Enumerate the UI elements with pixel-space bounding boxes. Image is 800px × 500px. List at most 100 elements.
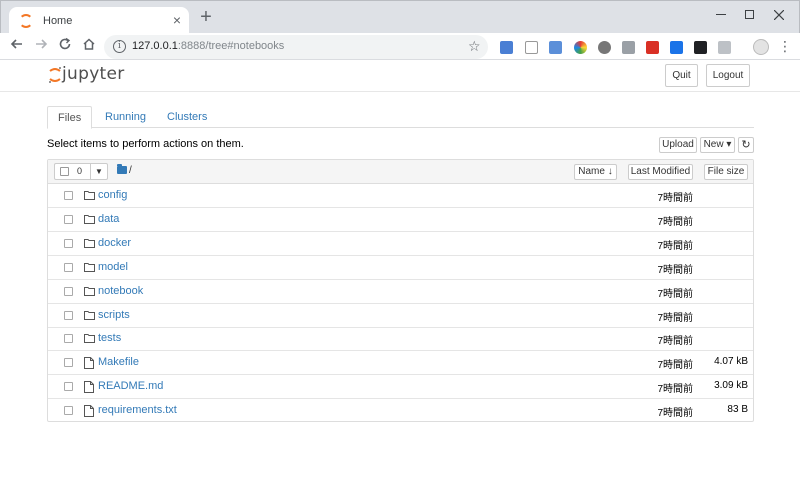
tab-title: Home xyxy=(43,15,73,27)
select-all-dropdown[interactable]: 0 ▼ xyxy=(54,163,108,180)
incognito-extension-icon[interactable] xyxy=(694,41,707,54)
item-name-link[interactable]: scripts xyxy=(98,309,130,321)
item-name-link[interactable]: requirements.txt xyxy=(98,404,177,416)
item-name-link[interactable]: Makefile xyxy=(98,356,139,368)
translate-extension-icon[interactable] xyxy=(500,41,513,54)
tab-extension-icon[interactable] xyxy=(670,41,683,54)
browser-tab-home[interactable]: Home × xyxy=(9,7,189,35)
item-name-link[interactable]: model xyxy=(98,261,128,273)
reload-icon[interactable] xyxy=(56,37,74,55)
item-modified: 7時間前 xyxy=(657,193,693,204)
new-tab-icon[interactable]: + xyxy=(197,7,215,27)
profile-avatar-icon[interactable] xyxy=(753,39,769,55)
select-items-message: Select items to perform actions on them. xyxy=(47,138,244,150)
folder-icon xyxy=(84,262,95,273)
row-checkbox[interactable] xyxy=(64,334,73,344)
browser-chrome: Home × + i 127.0.0.1:8888/tree#notebooks… xyxy=(0,0,800,60)
dashboard-tabs: Files Running Clusters xyxy=(47,106,754,129)
close-window-button[interactable] xyxy=(765,5,793,23)
item-modified: 7時間前 xyxy=(657,408,693,420)
menu-icon[interactable]: ⋮ xyxy=(778,37,792,55)
back-icon[interactable] xyxy=(8,37,26,55)
browser-toolbar: i 127.0.0.1:8888/tree#notebooks ☆ ⋮ xyxy=(0,33,800,60)
item-name-link[interactable]: README.md xyxy=(98,380,163,392)
tab-files[interactable]: Files xyxy=(47,106,93,129)
item-modified: 7時間前 xyxy=(657,336,693,348)
row-checkbox[interactable] xyxy=(64,191,73,200)
list-item[interactable]: config 7時間前 xyxy=(48,184,753,208)
upload-button[interactable]: Upload xyxy=(659,137,697,153)
row-checkbox[interactable] xyxy=(64,262,73,272)
sort-name-label: Name xyxy=(578,166,605,177)
row-checkbox[interactable] xyxy=(64,406,73,416)
screenshot-extension-icon[interactable] xyxy=(549,41,562,54)
home-icon[interactable] xyxy=(80,37,98,55)
item-modified: 7時間前 xyxy=(657,264,693,276)
item-modified: 7時間前 xyxy=(657,384,693,396)
site-info-icon[interactable]: i xyxy=(113,40,126,53)
chevron-down-icon: ▾ xyxy=(726,139,732,150)
file-list: 0 ▼ / Name ↓ Last Modified File size con… xyxy=(47,159,754,422)
file-icon xyxy=(84,405,95,418)
amazon-extension-icon[interactable] xyxy=(525,41,538,54)
address-bar[interactable]: i 127.0.0.1:8888/tree#notebooks ☆ xyxy=(104,35,488,59)
star-icon[interactable]: ☆ xyxy=(468,38,481,55)
logo-text: jupyter xyxy=(62,64,125,84)
color-picker-extension-icon[interactable] xyxy=(574,41,587,54)
row-checkbox[interactable] xyxy=(64,286,73,296)
maximize-window-button[interactable] xyxy=(735,5,763,23)
chevron-down-icon[interactable]: ▼ xyxy=(95,164,103,179)
list-item[interactable]: notebook 7時間前 xyxy=(48,280,753,304)
web-extension-icon[interactable] xyxy=(598,41,611,54)
drive-extension-icon[interactable] xyxy=(622,41,635,54)
jupyter-favicon-icon xyxy=(19,14,33,28)
folder-icon[interactable] xyxy=(117,164,127,174)
refresh-icon[interactable]: ↻ xyxy=(738,137,754,153)
row-checkbox[interactable] xyxy=(64,238,73,248)
list-item[interactable]: scripts 7時間前 xyxy=(48,304,753,328)
file-icon xyxy=(84,381,95,394)
jupyter-logo-icon xyxy=(49,67,61,83)
list-item[interactable]: requirements.txt 7時間前 83 B xyxy=(48,399,753,423)
list-item[interactable]: README.md 7時間前 3.09 kB xyxy=(48,375,753,400)
item-modified: 7時間前 xyxy=(657,312,693,324)
sort-by-size-button[interactable]: File size xyxy=(704,164,748,180)
close-tab-icon[interactable]: × xyxy=(169,12,185,28)
puzzle-extension-icon[interactable] xyxy=(718,41,731,54)
new-dropdown-button[interactable]: New ▾ xyxy=(700,137,735,153)
row-checkbox[interactable] xyxy=(64,382,73,392)
row-checkbox[interactable] xyxy=(64,310,73,320)
item-name-link[interactable]: docker xyxy=(98,237,131,249)
logout-button[interactable]: Logout xyxy=(706,64,750,87)
quit-button[interactable]: Quit xyxy=(665,64,698,87)
item-modified: 7時間前 xyxy=(657,216,693,228)
list-item[interactable]: tests 7時間前 xyxy=(48,327,753,352)
row-checkbox[interactable] xyxy=(64,214,73,224)
item-name-link[interactable]: config xyxy=(98,189,127,201)
item-name-link[interactable]: tests xyxy=(98,332,121,344)
sort-by-modified-button[interactable]: Last Modified xyxy=(628,164,693,180)
forward-icon[interactable] xyxy=(32,37,50,55)
breadcrumb[interactable]: / xyxy=(129,165,132,176)
list-item[interactable]: docker 7時間前 xyxy=(48,232,753,256)
folder-icon xyxy=(84,190,95,201)
pdf-extension-icon[interactable] xyxy=(646,41,659,54)
tab-clusters[interactable]: Clusters xyxy=(157,106,217,128)
list-item[interactable]: model 7時間前 xyxy=(48,256,753,280)
row-checkbox[interactable] xyxy=(64,358,73,368)
list-item[interactable]: Makefile 7時間前 4.07 kB xyxy=(48,351,753,376)
item-name-link[interactable]: data xyxy=(98,213,119,225)
file-icon xyxy=(84,357,95,370)
minimize-window-button[interactable] xyxy=(707,5,735,23)
item-modified: 7時間前 xyxy=(657,288,693,300)
list-item[interactable]: data 7時間前 xyxy=(48,208,753,232)
tab-running[interactable]: Running xyxy=(95,106,156,128)
sort-by-name-button[interactable]: Name ↓ xyxy=(574,164,617,180)
item-name-link[interactable]: notebook xyxy=(98,285,143,297)
select-all-checkbox[interactable] xyxy=(60,167,69,176)
url-host: 127.0.0.1 xyxy=(132,40,178,52)
item-size: 83 B xyxy=(727,404,748,416)
url-text: 127.0.0.1:8888/tree#notebooks xyxy=(132,40,284,52)
jupyter-header: jupyter Quit Logout xyxy=(0,60,800,92)
file-list-header: 0 ▼ / Name ↓ Last Modified File size xyxy=(48,160,753,184)
